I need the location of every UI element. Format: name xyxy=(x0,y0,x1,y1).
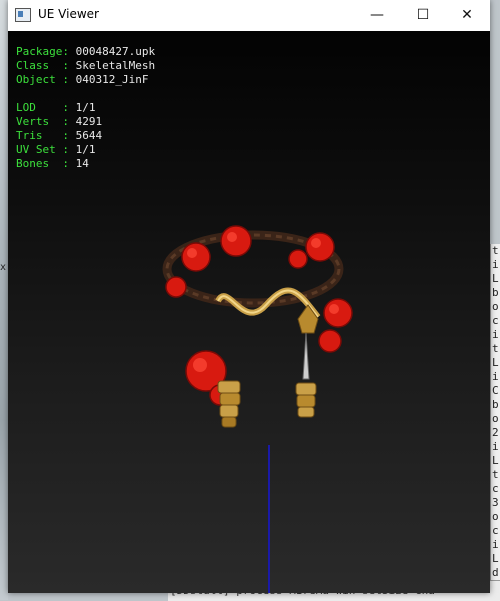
console-line: i xyxy=(492,370,499,383)
info-object-value: 040312_JinF xyxy=(75,73,149,86)
console-line: c xyxy=(492,314,499,327)
console-line: L xyxy=(492,272,499,285)
close-button[interactable]: ✕ xyxy=(444,0,490,31)
console-line: t xyxy=(492,342,499,355)
gold-pendant-right xyxy=(295,382,317,418)
console-line: t xyxy=(492,468,499,481)
console-line: o xyxy=(492,300,499,313)
minimize-button[interactable]: — xyxy=(354,0,400,31)
maximize-icon: ☐ xyxy=(416,7,430,23)
console-line: 3 xyxy=(492,496,499,509)
info-object-row: Object : 040312_JinF xyxy=(16,73,155,87)
info-bones-label: Bones : xyxy=(16,157,69,170)
desktop-marker: x xyxy=(0,262,7,273)
info-uvset-row: UV Set : 1/1 xyxy=(16,143,155,157)
console-line: c xyxy=(492,524,499,537)
console-line: d xyxy=(492,566,499,579)
info-object-label: Object : xyxy=(16,73,69,86)
maximize-button[interactable]: ☐ xyxy=(400,0,446,31)
window-title: UE Viewer xyxy=(38,7,99,21)
info-tris-value: 5644 xyxy=(75,129,103,142)
viewport-axis-line xyxy=(268,445,270,593)
console-line: L xyxy=(492,454,499,467)
info-package-label: Package: xyxy=(16,45,69,58)
info-tris-label: Tris : xyxy=(16,129,69,142)
close-icon: ✕ xyxy=(461,7,473,23)
3d-viewport[interactable]: Package: 00048427.upk Class : SkeletalMe… xyxy=(8,31,490,593)
console-line: C xyxy=(492,384,499,397)
info-verts-label: Verts : xyxy=(16,115,69,128)
info-package-row: Package: 00048427.upk xyxy=(16,45,155,59)
desktop-background: x xyxy=(0,0,8,600)
console-line: o xyxy=(492,412,499,425)
console-line: i xyxy=(492,538,499,551)
gold-pendant-left xyxy=(217,380,241,428)
console-line: t xyxy=(492,244,499,257)
info-lod-label: LOD : xyxy=(16,101,69,114)
info-uvset-label: UV Set : xyxy=(16,143,69,156)
console-line: c xyxy=(492,482,499,495)
info-class-value: SkeletalMesh xyxy=(75,59,156,72)
console-line: o xyxy=(492,510,499,523)
console-line: b xyxy=(492,398,499,411)
info-package-value: 00048427.upk xyxy=(75,45,156,58)
background-console: tiLbocitLiCbo2iLtc3ociLdc xyxy=(490,244,500,600)
mesh-info-overlay: Package: 00048427.upk Class : SkeletalMe… xyxy=(16,45,155,171)
console-line: i xyxy=(492,258,499,271)
info-class-row: Class : SkeletalMesh xyxy=(16,59,155,73)
window-app-icon xyxy=(15,8,31,22)
title-bar[interactable]: UE Viewer — ☐ ✕ xyxy=(8,0,490,31)
console-line: b xyxy=(492,286,499,299)
info-class-label: Class : xyxy=(16,59,69,72)
info-bones-value: 14 xyxy=(75,157,89,170)
info-lod-value: 1/1 xyxy=(75,101,96,114)
info-verts-row: Verts : 4291 xyxy=(16,115,155,129)
info-uvset-value: 1/1 xyxy=(75,143,96,156)
console-line: 2 xyxy=(492,426,499,439)
console-line: L xyxy=(492,552,499,565)
silver-spike xyxy=(302,332,310,380)
info-verts-value: 4291 xyxy=(75,115,103,128)
console-line: L xyxy=(492,356,499,369)
console-line: i xyxy=(492,328,499,341)
console-line: i xyxy=(492,440,499,453)
skeletal-mesh-render xyxy=(162,225,353,428)
info-tris-row: Tris : 5644 xyxy=(16,129,155,143)
ue-viewer-window: UE Viewer — ☐ ✕ Package: 00048427.upk Cl… xyxy=(8,0,490,593)
info-lod-row: LOD : 1/1 xyxy=(16,101,155,115)
info-bones-row: Bones : 14 xyxy=(16,157,155,171)
minimize-icon: — xyxy=(370,7,384,23)
